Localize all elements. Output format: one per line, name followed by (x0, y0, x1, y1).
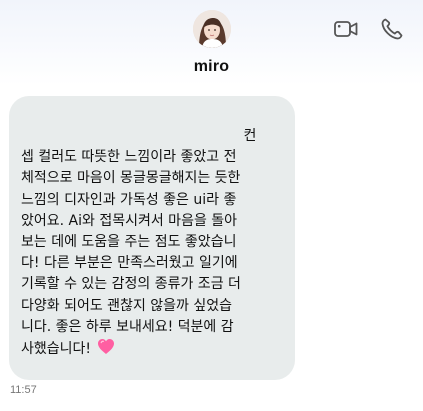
message-line: 셉 컬러도 따뜻한 느낌이라 좋았고 전 (21, 149, 237, 166)
sparkling-heart-icon (98, 339, 115, 355)
contact-name: miro (193, 58, 230, 75)
message-line: 사했습니다! (21, 341, 92, 358)
video-camera-icon (334, 21, 358, 37)
message-line: 체적으로 마음이 몽글몽글해지는 듯한 (21, 170, 241, 187)
contact-avatar[interactable] (193, 10, 231, 48)
video-call-button[interactable] (333, 16, 359, 42)
received-message-bubble[interactable]: 컨 셉 컬러도 따뜻한 느낌이라 좋았고 전 체적으로 마음이 몽글몽글해지는 … (9, 96, 295, 380)
message-timestamp: 11:57 (10, 384, 37, 396)
message-line: 다양화 되어도 괜찮지 않을까 싶었습 (21, 297, 232, 314)
message-line: 보는 데에 도움을 주는 점도 좋았습니 (21, 234, 237, 251)
message-line: 느낌의 디자인과 가독성 좋은 ui라 좋 (21, 191, 237, 208)
voice-call-button[interactable] (379, 16, 405, 42)
message-text: 컨 셉 컬러도 따뜻한 느낌이라 좋았고 전 체적으로 마음이 몽글몽글해지는 … (21, 126, 285, 360)
message-line: 았어요. Ai와 접목시켜서 마음을 돌아 (21, 212, 238, 229)
message-line: 컨 (21, 128, 257, 144)
chat-header: miro (0, 0, 423, 86)
message-line: 니다. 좋은 하루 보내세요! 덕분에 감 (21, 318, 234, 335)
phone-icon (381, 18, 403, 40)
avatar-photo (193, 10, 231, 48)
message-line: 기록할 수 있는 감정의 종류가 조금 더 (21, 276, 241, 293)
message-line: 다! 다른 부분은 만족스러웠고 일기에 (21, 255, 238, 272)
